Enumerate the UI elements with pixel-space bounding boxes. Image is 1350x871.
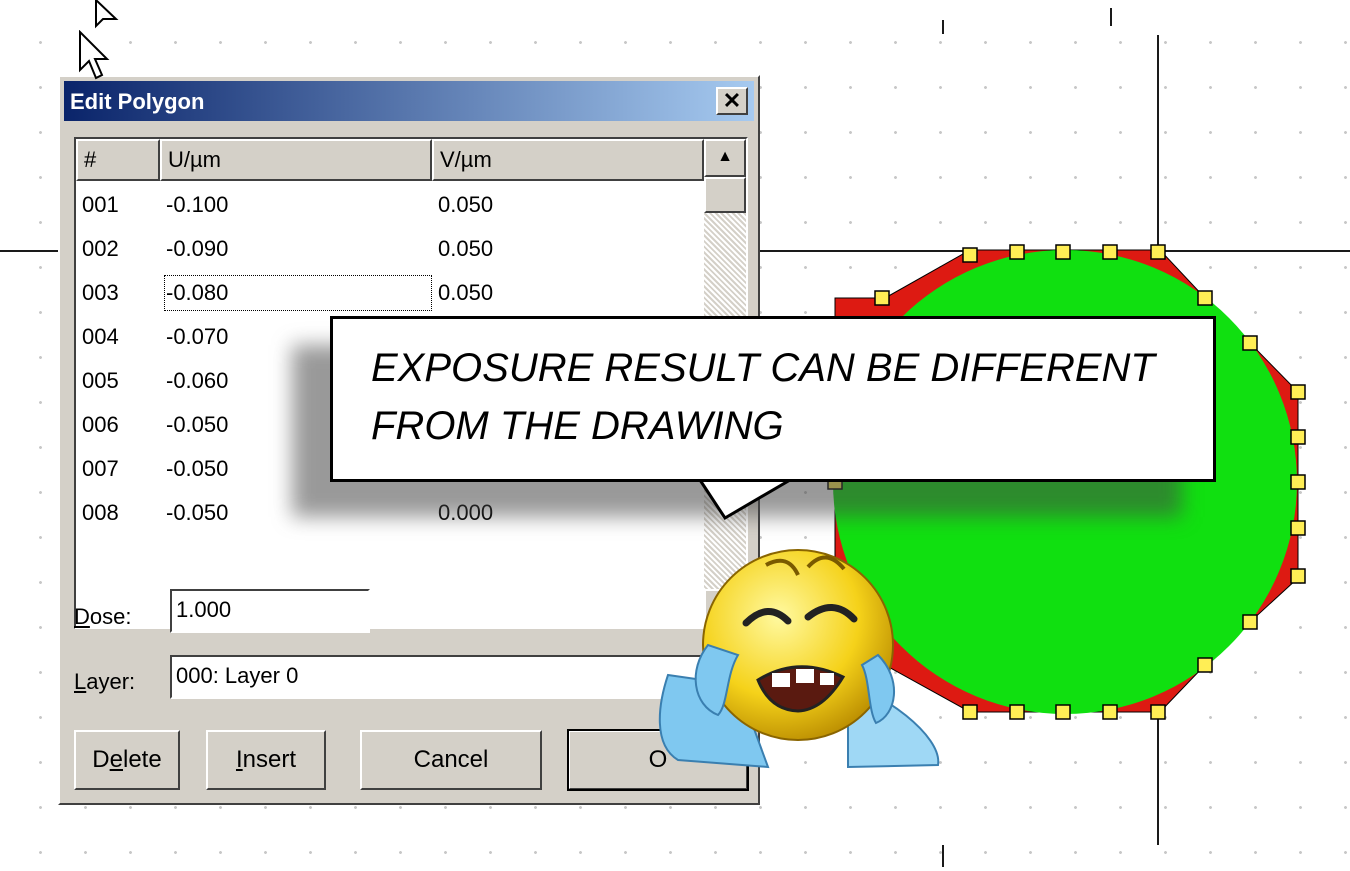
callout-text: EXPOSURE RESULT CAN BE DIFFERENT FROM TH… (371, 339, 1211, 455)
callout-line-1: EXPOSURE RESULT CAN BE DIFFERENT (371, 346, 1155, 390)
crying-face-icon (658, 549, 940, 769)
arrow-pointer-icon (95, 0, 119, 29)
callout-line-2: FROM THE DRAWING (371, 404, 784, 448)
callout-box: EXPOSURE RESULT CAN BE DIFFERENT FROM TH… (330, 316, 1216, 482)
layout-canvas[interactable]: Edit Polygon ✕ # U/µm V/µm 001 -0.100 0.05… (0, 0, 1350, 871)
arrow-pointer-icon (79, 30, 110, 80)
